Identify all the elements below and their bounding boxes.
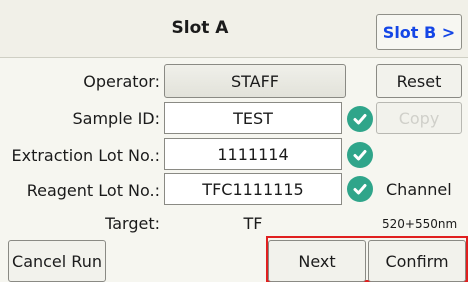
- sample-id-label: Sample ID:: [72, 109, 160, 128]
- slot-b-button[interactable]: Slot B >: [376, 14, 462, 50]
- check-circle-icon: [347, 106, 373, 132]
- reagent-lot-label: Reagent Lot No.:: [26, 181, 160, 200]
- reagent-lot-field[interactable]: TFC1111115: [164, 173, 342, 205]
- check-circle-icon: [347, 176, 373, 202]
- operator-button[interactable]: STAFF: [164, 64, 346, 98]
- next-button[interactable]: Next: [268, 240, 366, 282]
- channel-value: 520+550nm: [382, 217, 458, 231]
- confirm-button[interactable]: Confirm: [368, 240, 466, 282]
- check-circle-icon: [347, 142, 373, 168]
- cancel-run-button[interactable]: Cancel Run: [8, 240, 106, 282]
- operator-label: Operator:: [83, 72, 160, 91]
- extraction-lot-label: Extraction Lot No.:: [11, 146, 161, 165]
- page-title: Slot A: [171, 18, 229, 38]
- target-label: Target:: [105, 214, 160, 233]
- copy-button[interactable]: Copy: [376, 102, 462, 134]
- extraction-lot-field[interactable]: 1111114: [164, 138, 342, 170]
- sample-id-field[interactable]: TEST: [164, 102, 342, 134]
- reset-button[interactable]: Reset: [376, 64, 462, 98]
- target-value: TF: [243, 214, 263, 233]
- channel-label: Channel: [386, 180, 452, 199]
